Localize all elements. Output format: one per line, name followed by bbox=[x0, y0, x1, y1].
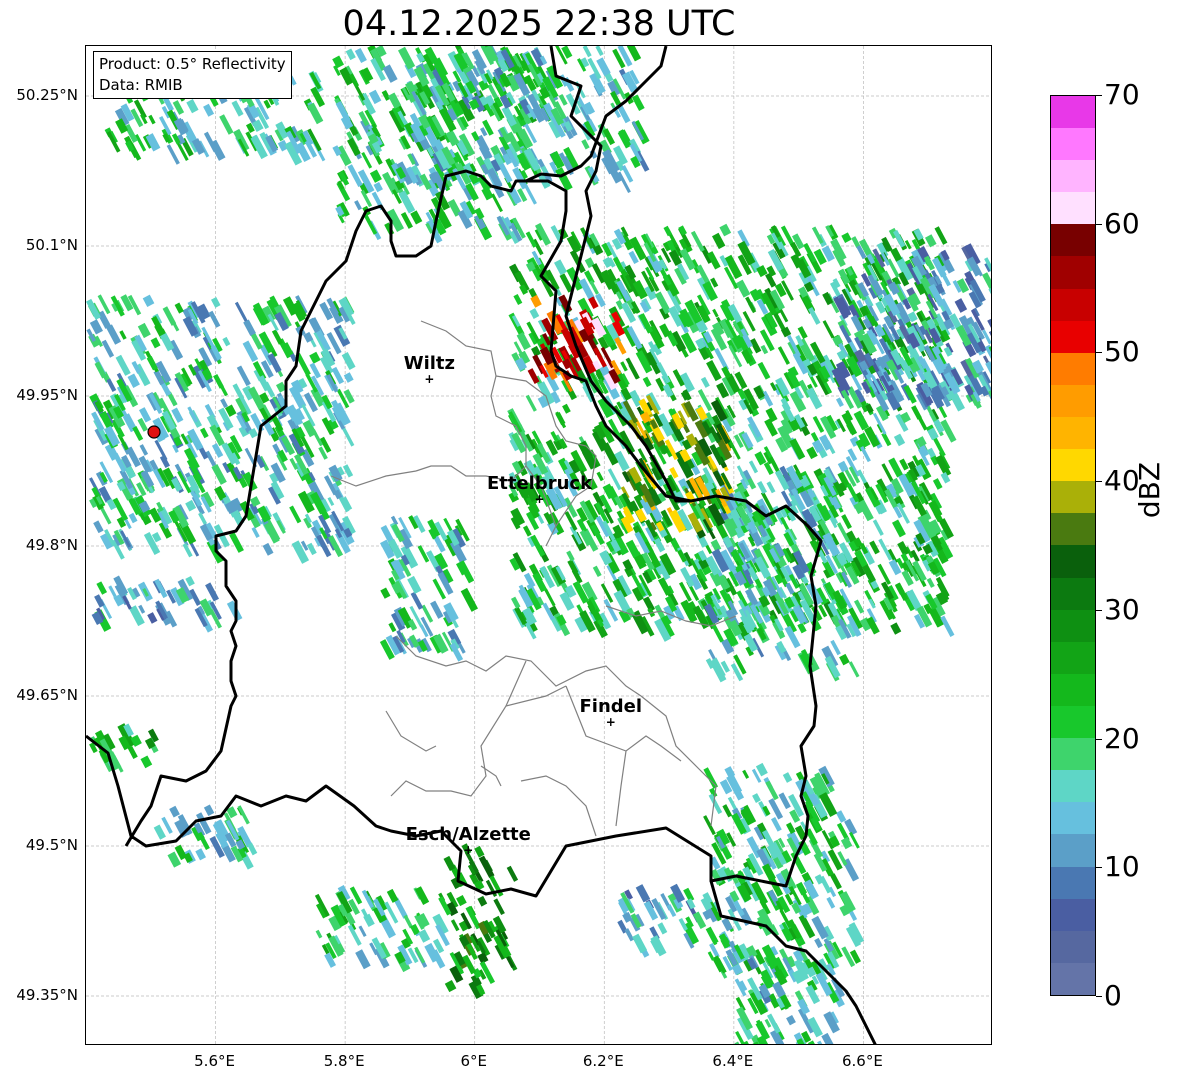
colorbar-tick-label: 50 bbox=[1104, 335, 1140, 369]
radar-map[interactable]: + Wiltz + Ettelbruck + Findel + Esch/Alzette bbox=[85, 45, 992, 1045]
echo-cluster bbox=[153, 804, 258, 870]
echo-cluster bbox=[86, 294, 356, 564]
city-label: Esch/Alzette bbox=[406, 824, 531, 845]
city-findel[interactable]: +Findel bbox=[579, 696, 642, 729]
product-info-box: Product: 0.5° Reflectivity Data: RMIB bbox=[93, 51, 292, 99]
colorbar-segment bbox=[1051, 96, 1095, 129]
colorbar-segment bbox=[1051, 224, 1095, 257]
city-label: Wiltz bbox=[404, 353, 455, 374]
lon-tick-label: 6.4°E bbox=[712, 1052, 754, 1070]
colorbar-tick bbox=[1096, 223, 1102, 225]
echo-cluster bbox=[617, 883, 713, 958]
radar-map-canvas: +Wiltz+Ettelbruck+Findel+Esch/Alzette bbox=[86, 46, 991, 1044]
city-marker-icon: + bbox=[606, 715, 616, 729]
city-ettelbruck[interactable]: +Ettelbruck bbox=[487, 473, 593, 506]
colorbar-segment bbox=[1051, 352, 1095, 385]
colorbar-segment bbox=[1051, 417, 1095, 450]
lon-tick-label: 6.2°E bbox=[582, 1052, 624, 1070]
colorbar-tick-label: 70 bbox=[1104, 78, 1140, 111]
colorbar-segment bbox=[1051, 802, 1095, 835]
colorbar-tick-label: 30 bbox=[1104, 592, 1140, 626]
colorbar-tick-label: 20 bbox=[1104, 721, 1140, 755]
lat-tick-label: 50.25°N bbox=[16, 86, 78, 104]
colorbar-tick bbox=[1096, 609, 1102, 611]
lat-tick-label: 49.65°N bbox=[16, 686, 78, 704]
lat-tick-label: 49.8°N bbox=[25, 536, 78, 554]
colorbar-segment bbox=[1051, 513, 1095, 546]
reflectivity-colorbar bbox=[1050, 95, 1096, 996]
city-wiltz[interactable]: +Wiltz bbox=[404, 353, 455, 386]
colorbar-segment bbox=[1051, 673, 1095, 707]
colorbar-tick-label: 0 bbox=[1104, 979, 1122, 1012]
lat-tick-label: 49.5°N bbox=[25, 836, 78, 854]
colorbar-segment bbox=[1051, 898, 1095, 931]
lat-tick-label: 50.1°N bbox=[25, 236, 78, 254]
colorbar-segment bbox=[1051, 738, 1095, 771]
colorbar-tick bbox=[1096, 95, 1102, 96]
colorbar-segment bbox=[1051, 160, 1095, 193]
city-marker-icon: + bbox=[534, 492, 544, 506]
city-marker-icon: + bbox=[424, 372, 434, 386]
data-source-label: Data: RMIB bbox=[99, 76, 183, 94]
colorbar-segment bbox=[1051, 962, 1095, 995]
colorbar-segment bbox=[1051, 192, 1095, 225]
radar-site-marker[interactable] bbox=[147, 425, 161, 439]
echo-cluster bbox=[379, 515, 478, 662]
echo-cluster bbox=[443, 843, 519, 1000]
map-title: 04.12.2025 22:38 UTC bbox=[342, 4, 736, 44]
lon-tick-label: 6.6°E bbox=[842, 1052, 883, 1070]
colorbar-segment bbox=[1051, 128, 1095, 161]
colorbar-tick-label: 60 bbox=[1104, 206, 1140, 240]
colorbar-tick bbox=[1096, 996, 1102, 997]
colorbar-tick bbox=[1096, 738, 1102, 740]
colorbar-segment bbox=[1051, 256, 1095, 289]
colorbar-segment bbox=[1051, 577, 1095, 610]
colorbar-unit: dBZ bbox=[1133, 461, 1166, 519]
reflectivity-echoes bbox=[86, 46, 991, 1044]
product-label: Product: 0.5° Reflectivity bbox=[99, 55, 286, 73]
lat-tick-label: 49.95°N bbox=[16, 386, 78, 404]
echo-cluster bbox=[314, 885, 452, 973]
colorbar-segment bbox=[1051, 288, 1095, 321]
colorbar-segment bbox=[1051, 706, 1095, 739]
colorbar-tick bbox=[1096, 867, 1102, 869]
city-marker-icon: + bbox=[463, 843, 473, 857]
colorbar-segment bbox=[1051, 866, 1095, 899]
lon-tick-label: 5.8°E bbox=[323, 1052, 365, 1070]
lon-tick-label: 6°E bbox=[460, 1052, 487, 1070]
colorbar-segment bbox=[1051, 384, 1095, 418]
colorbar-segment bbox=[1051, 481, 1095, 514]
colorbar-segment bbox=[1051, 609, 1095, 642]
city-esch-alzette[interactable]: +Esch/Alzette bbox=[406, 824, 531, 857]
colorbar-segment bbox=[1051, 930, 1095, 963]
colorbar-segment bbox=[1051, 545, 1095, 578]
colorbar-tick bbox=[1096, 352, 1102, 354]
colorbar-segment bbox=[1051, 641, 1095, 674]
lon-tick-label: 5.6°E bbox=[194, 1052, 235, 1070]
city-label: Ettelbruck bbox=[487, 473, 593, 494]
colorbar-segment bbox=[1051, 320, 1095, 353]
colorbar-segment bbox=[1051, 770, 1095, 803]
colorbar-segment bbox=[1051, 449, 1095, 482]
lat-tick-label: 49.35°N bbox=[16, 986, 78, 1004]
echo-cluster bbox=[91, 575, 243, 633]
colorbar-tick bbox=[1096, 481, 1102, 483]
colorbar-tick-label: 10 bbox=[1104, 850, 1140, 884]
colorbar-segment bbox=[1051, 834, 1095, 867]
echo-cluster bbox=[702, 762, 865, 981]
city-label: Findel bbox=[579, 696, 642, 717]
